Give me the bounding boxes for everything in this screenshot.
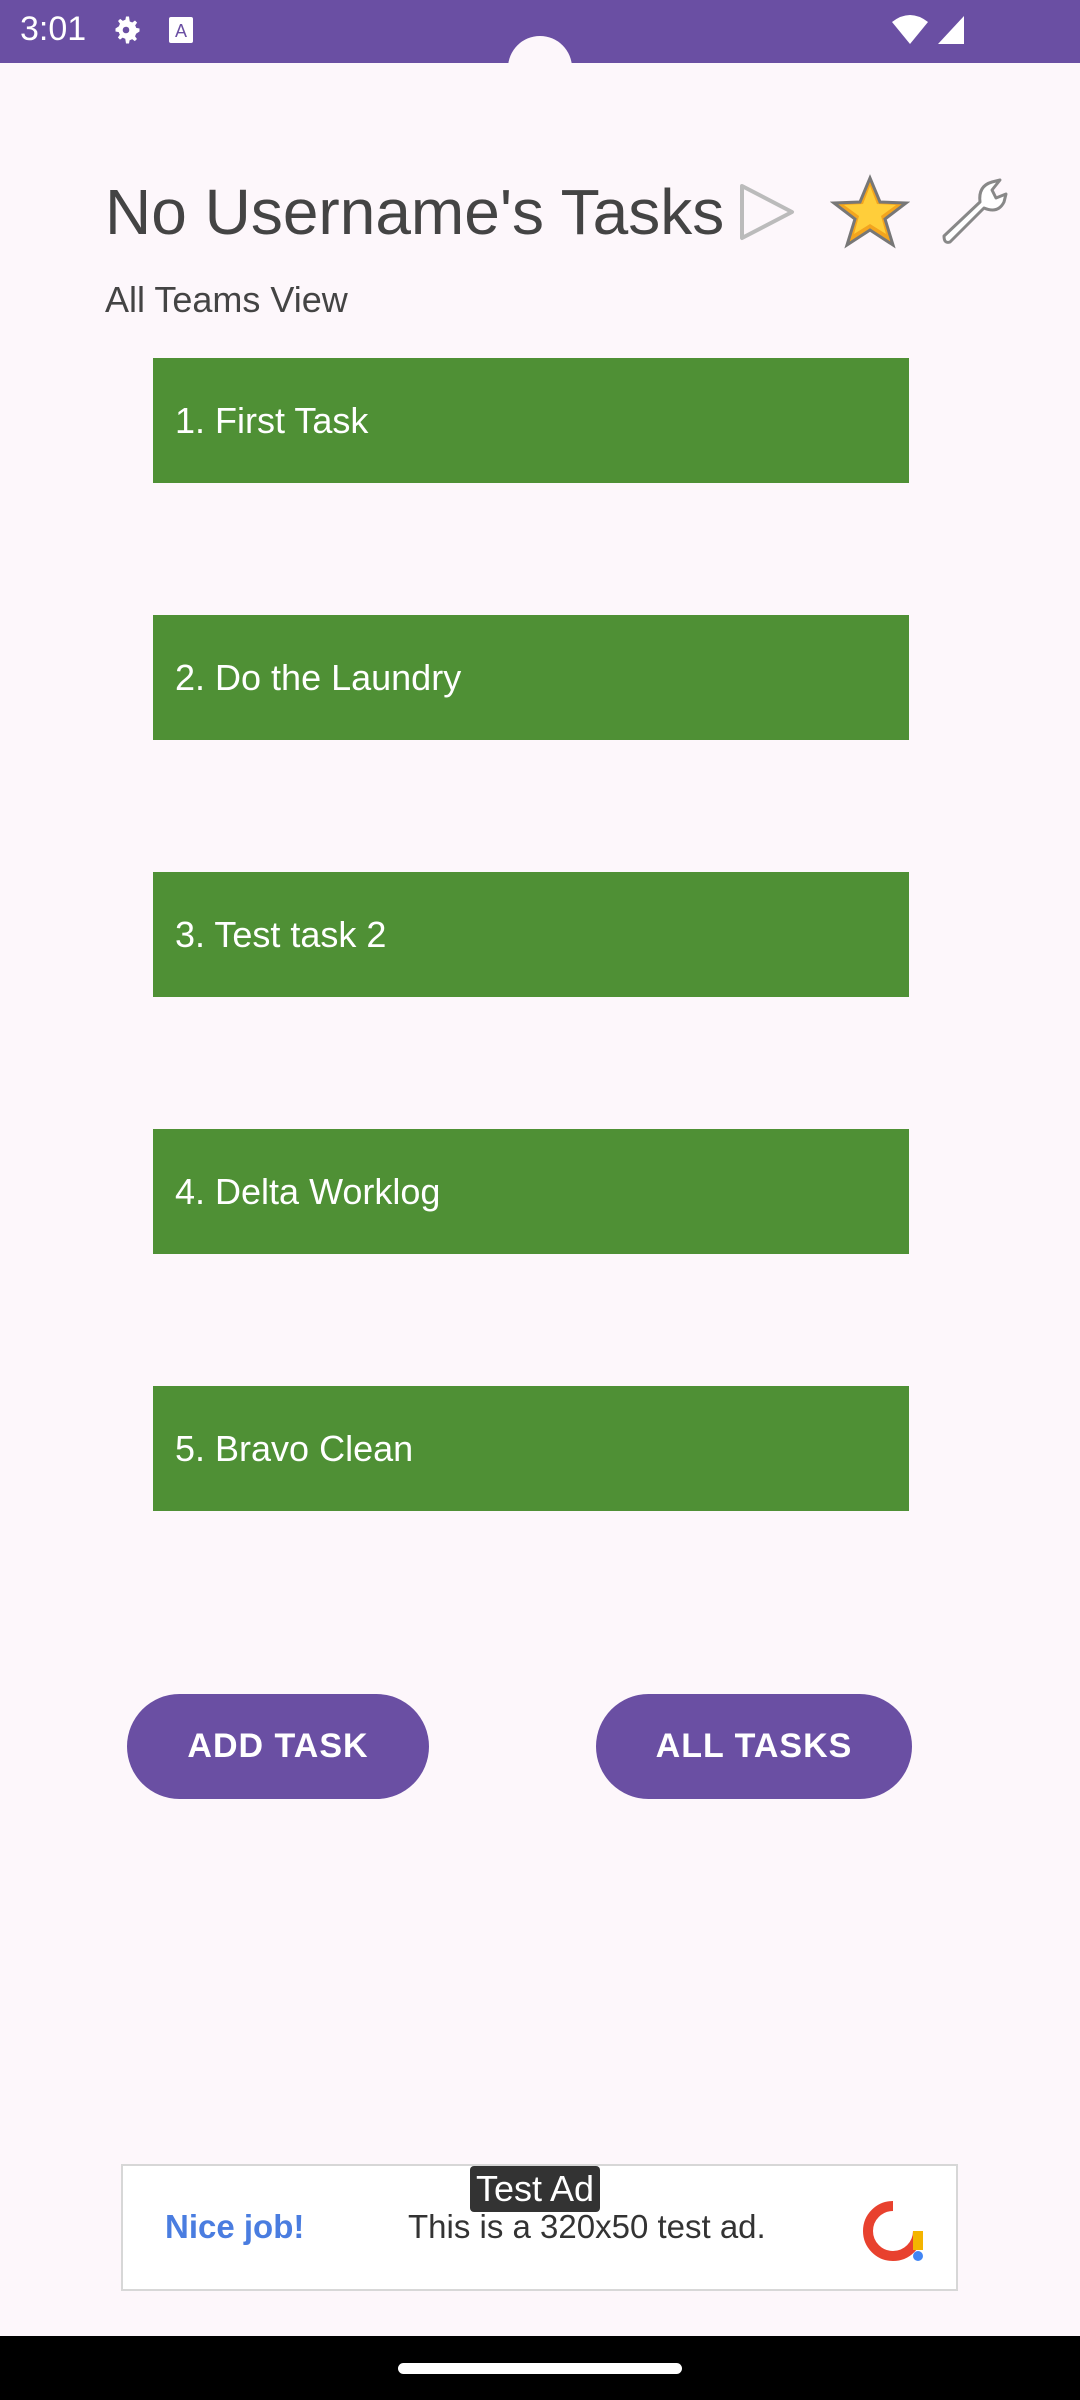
signal-icon [936, 14, 966, 51]
task-item[interactable]: 4. Delta Worklog [153, 1129, 909, 1254]
ad-logo-icon [862, 2200, 924, 2262]
ad-test-label: Test Ad [470, 2166, 601, 2212]
task-label: 2. Do the Laundry [175, 656, 462, 698]
task-item[interactable]: 5. Bravo Clean [153, 1386, 909, 1511]
all-tasks-button[interactable]: ALL TASKS [596, 1694, 912, 1799]
task-item[interactable]: 1. First Task [153, 358, 909, 483]
play-button[interactable] [726, 172, 806, 252]
settings-button[interactable] [934, 172, 1014, 252]
all-tasks-label: ALL TASKS [655, 1727, 853, 1765]
play-icon [726, 184, 806, 256]
task-item[interactable]: 2. Do the Laundry [153, 615, 909, 740]
wifi-icon [890, 14, 930, 51]
task-item[interactable]: 3. Test task 2 [153, 872, 909, 997]
task-label: 5. Bravo Clean [175, 1427, 414, 1469]
camera-notch [508, 36, 572, 100]
status-time: 3:01 [20, 10, 87, 48]
task-label: 4. Delta Worklog [175, 1170, 441, 1212]
add-task-label: ADD TASK [187, 1727, 369, 1765]
add-task-button[interactable]: ADD TASK [127, 1694, 429, 1799]
home-indicator[interactable] [398, 2363, 682, 2374]
favorite-button[interactable] [829, 172, 911, 252]
a-box-icon: A [168, 16, 194, 49]
star-icon [829, 174, 911, 256]
gear-icon [108, 12, 144, 53]
ad-headline[interactable]: Nice job! [165, 2208, 304, 2246]
task-label: 3. Test task 2 [175, 913, 387, 955]
page-title: No Username's Tasks [105, 176, 725, 248]
wrench-icon [934, 178, 1014, 256]
ad-body: This is a 320x50 test ad. [408, 2208, 766, 2245]
page-subtitle: All Teams View [105, 279, 348, 320]
task-label: 1. First Task [175, 399, 369, 441]
svg-text:A: A [175, 21, 187, 41]
